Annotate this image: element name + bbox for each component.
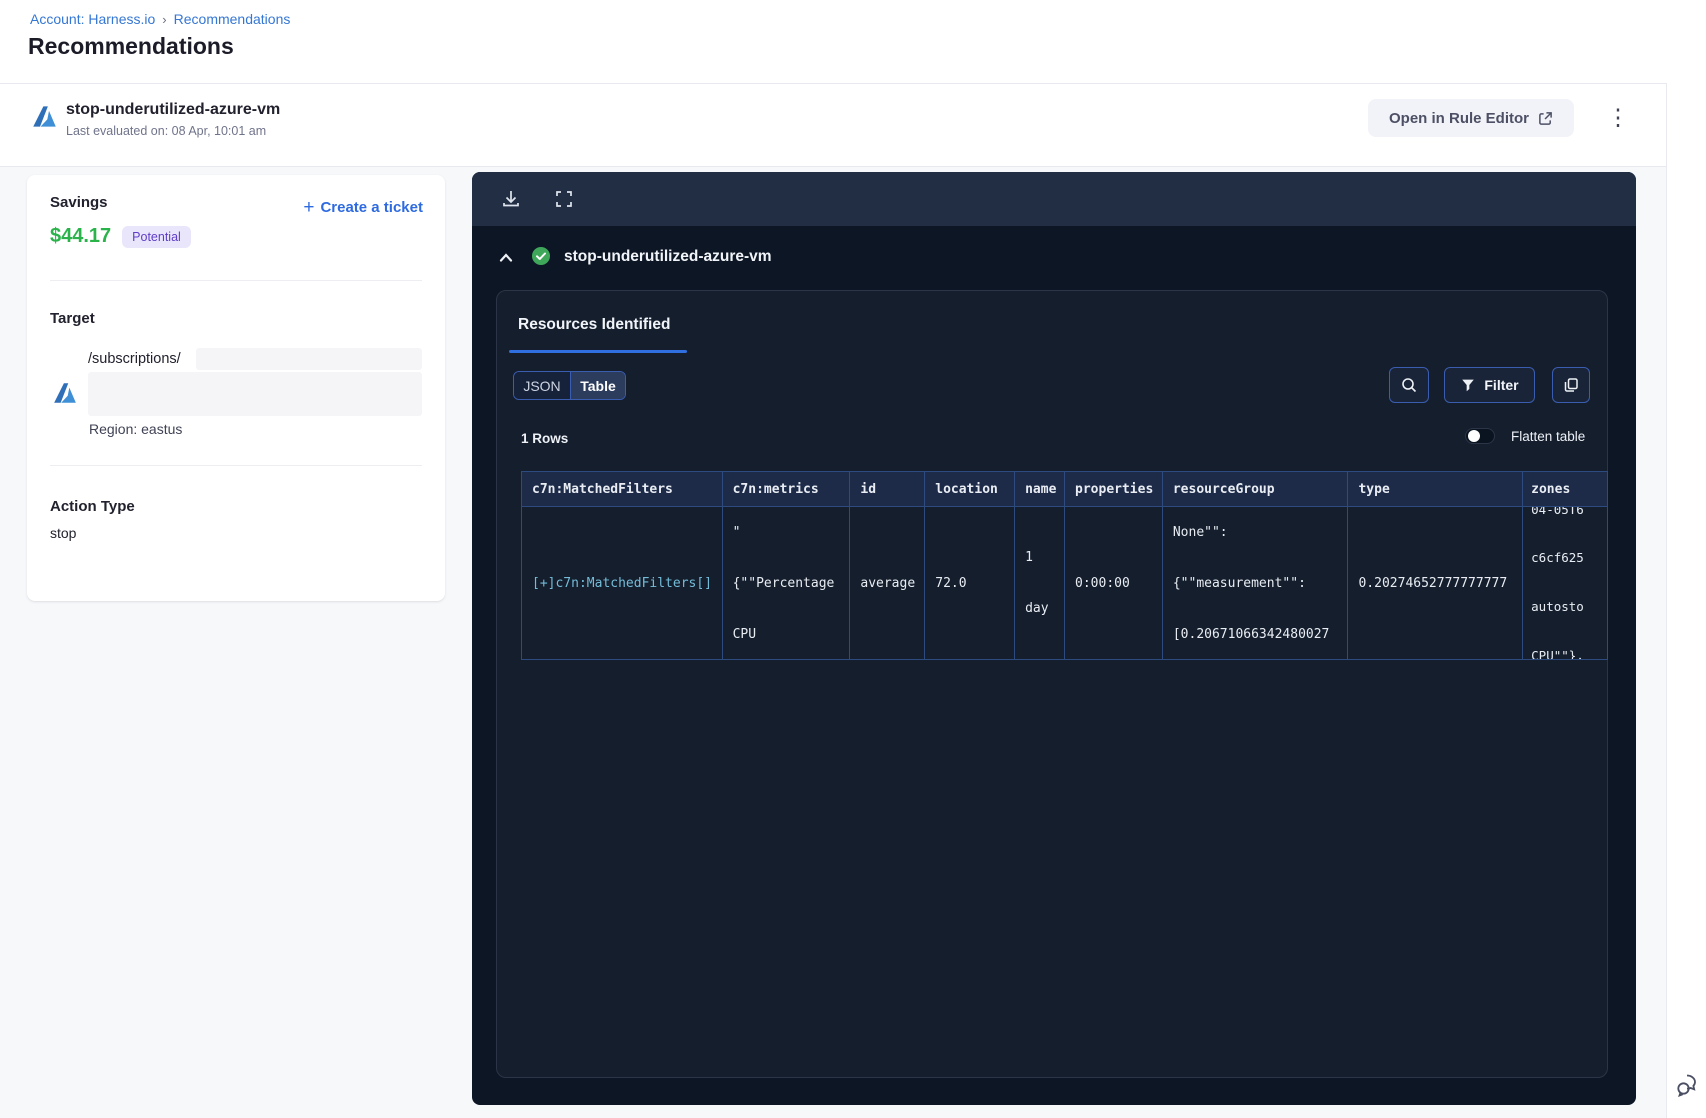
matched-filters-expand-link[interactable]: [+]c7n:MatchedFilters[] [532, 575, 712, 592]
view-mode-toggle: JSON Table [513, 371, 626, 400]
plus-icon: + [303, 197, 315, 218]
download-icon[interactable] [499, 187, 523, 211]
potential-badge: Potential [122, 225, 191, 248]
row-count: 1 Rows [521, 431, 569, 446]
action-type-label: Action Type [50, 498, 135, 515]
cell-properties: 0:00:00 [1065, 507, 1163, 659]
breadcrumb: Account: Harness.io › Recommendations [30, 11, 290, 27]
action-type-value: stop [50, 525, 77, 541]
results-panel: stop-underutilized-azure-vm Resources Id… [472, 172, 1636, 1105]
json-view-button[interactable]: JSON [514, 372, 571, 399]
cell-zones: 0.21423 {""cost 04-05T6 c6cf625 autosto … [1531, 507, 1584, 659]
redacted-target-text [88, 372, 422, 416]
check-circle-icon [532, 247, 550, 265]
filter-button[interactable]: Filter [1444, 367, 1535, 403]
recommendation-header: stop-underutilized-azure-vm Last evaluat… [0, 83, 1666, 167]
chat-bubbles-icon[interactable] [1672, 1070, 1704, 1102]
right-gutter [1666, 83, 1706, 1118]
external-link-icon [1539, 111, 1552, 125]
table-view-button[interactable]: Table [571, 372, 625, 399]
flatten-table-label: Flatten table [1511, 428, 1586, 444]
search-icon[interactable] [1389, 367, 1429, 403]
azure-logo-icon [54, 383, 76, 403]
azure-logo-icon [33, 106, 56, 127]
cell-location: 72.0 [925, 507, 1016, 659]
savings-card: Savings + Create a ticket $44.17 Potenti… [27, 175, 445, 601]
savings-amount: $44.17 [50, 225, 112, 247]
cell-metrics: " {""Percentage CPU [723, 507, 851, 659]
breadcrumb-recommendations-link[interactable]: Recommendations [174, 11, 291, 27]
breadcrumb-account-link[interactable]: Account: Harness.io [30, 11, 155, 27]
flatten-table-toggle[interactable] [1465, 428, 1495, 444]
tab-resources-identified[interactable]: Resources Identified [518, 316, 670, 334]
create-ticket-button[interactable]: + Create a ticket [303, 197, 423, 218]
resources-card: Resources Identified JSON Table Filter 1… [496, 290, 1608, 1078]
chevron-up-icon[interactable] [494, 246, 518, 270]
divider [50, 280, 422, 281]
last-evaluated-text: Last evaluated on: 08 Apr, 10:01 am [66, 124, 267, 138]
panel-rule-name: stop-underutilized-azure-vm [564, 248, 772, 265]
table-header-row: c7n:MatchedFilters c7n:metrics id locati… [522, 472, 1607, 506]
cell-type: 0.20274652777777777 [1348, 507, 1524, 659]
breadcrumb-separator: › [162, 12, 167, 27]
column-header: properties [1065, 472, 1163, 506]
cell-resource-group: None"": {""measurement"": [0.20671066342… [1163, 507, 1349, 659]
column-header: c7n:MatchedFilters [522, 472, 723, 506]
target-path: /subscriptions/ [88, 351, 181, 367]
savings-label: Savings [50, 194, 108, 211]
active-tab-underline [509, 350, 687, 353]
open-rule-editor-button[interactable]: Open in Rule Editor [1368, 99, 1574, 137]
column-header: zones [1531, 481, 1571, 497]
funnel-icon [1462, 379, 1475, 392]
table-row: [+]c7n:MatchedFilters[] " {""Percentage … [522, 506, 1607, 659]
copy-icon[interactable] [1552, 367, 1590, 403]
column-header: name [1015, 472, 1066, 506]
column-header: resourceGroup [1163, 472, 1349, 506]
redacted-target-text [196, 348, 422, 370]
column-header: id [850, 472, 926, 506]
kebab-menu-icon[interactable]: ⋮ [1600, 92, 1636, 142]
page: Account: Harness.io › Recommendations Reco… [0, 0, 1706, 1118]
divider [50, 465, 422, 466]
column-header: c7n:metrics [723, 472, 851, 506]
fullscreen-icon[interactable] [553, 188, 575, 210]
page-title: Recommendations [28, 33, 234, 59]
panel-toolbar [472, 172, 1636, 226]
cell-name: 1 day [1015, 507, 1066, 659]
flatten-table-control: Flatten table [1465, 428, 1585, 444]
column-header: location [925, 472, 1016, 506]
column-header: type [1348, 472, 1524, 506]
resources-table: c7n:MatchedFilters c7n:metrics id locati… [521, 471, 1608, 660]
target-region: Region: eastus [89, 421, 183, 437]
recommendation-name: stop-underutilized-azure-vm [66, 101, 281, 118]
cell-id: average [850, 507, 926, 659]
target-label: Target [50, 310, 95, 327]
